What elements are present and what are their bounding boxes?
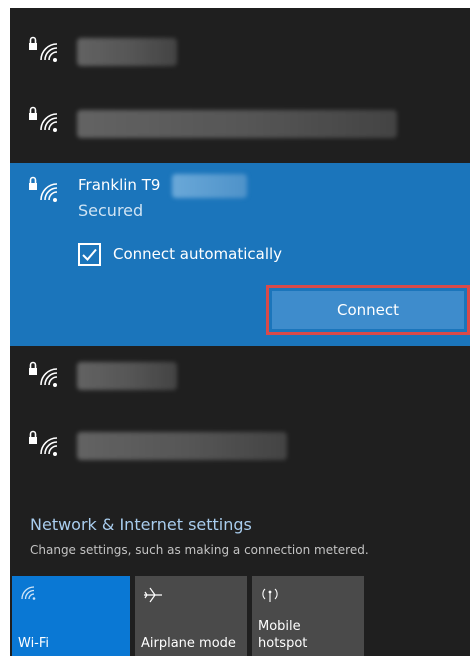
airplane-icon — [144, 587, 162, 603]
network-name-redacted — [77, 432, 287, 460]
connect-automatically-checkbox[interactable] — [78, 243, 101, 266]
checkmark-icon — [82, 248, 97, 261]
wifi-tile[interactable]: Wi-Fi — [12, 576, 130, 656]
connect-automatically-label[interactable]: Connect automatically — [113, 245, 282, 263]
network-item[interactable] — [10, 92, 470, 154]
network-item[interactable] — [10, 418, 470, 470]
mobile-hotspot-icon — [262, 588, 278, 602]
network-name-redacted — [172, 174, 247, 198]
network-name: Franklin T9 — [78, 176, 161, 194]
secured-wifi-icon — [29, 36, 58, 62]
network-internet-settings-link[interactable]: Network & Internet settings — [30, 515, 252, 534]
network-name-redacted — [77, 38, 177, 66]
connect-button[interactable]: Connect — [266, 285, 470, 335]
wifi-tile-label: Wi-Fi — [18, 636, 50, 651]
selected-network-item[interactable]: Franklin T9 Secured Connect automaticall… — [10, 163, 470, 346]
network-item[interactable] — [10, 351, 470, 403]
mobile-hotspot-tile-label: Mobile hotspot — [258, 619, 308, 651]
network-status: Secured — [78, 201, 144, 220]
network-settings-description: Change settings, such as making a connec… — [30, 543, 369, 557]
wifi-icon — [21, 586, 36, 600]
airplane-mode-tile-label: Airplane mode — [141, 636, 236, 651]
secured-wifi-icon — [29, 106, 58, 132]
wifi-flyout-panel: Franklin T9 Secured Connect automaticall… — [10, 8, 470, 656]
secured-wifi-icon — [29, 176, 58, 202]
mobile-hotspot-tile[interactable]: Mobile hotspot — [252, 576, 364, 656]
secured-wifi-icon — [29, 361, 58, 387]
network-name-redacted — [77, 110, 397, 138]
secured-wifi-icon — [29, 430, 58, 456]
network-item[interactable] — [10, 26, 470, 78]
network-name-redacted — [77, 362, 177, 390]
connect-button-label: Connect — [272, 291, 464, 329]
airplane-mode-tile[interactable]: Airplane mode — [135, 576, 247, 656]
